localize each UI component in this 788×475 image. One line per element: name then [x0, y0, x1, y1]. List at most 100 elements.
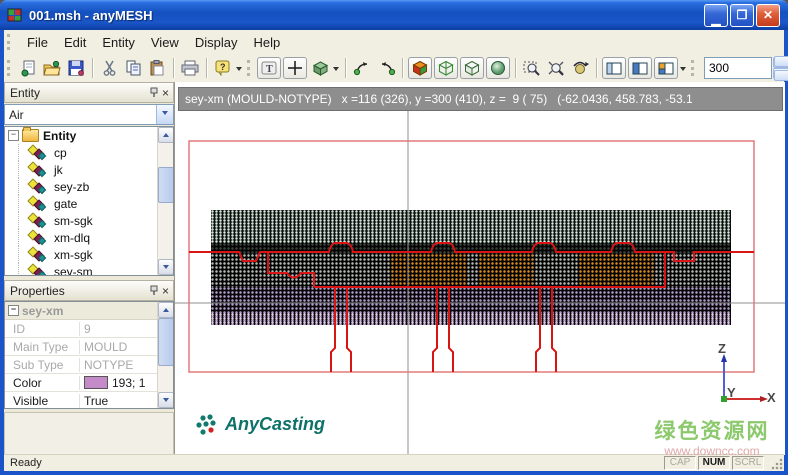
- zoom-value-input[interactable]: [704, 57, 772, 79]
- close-button[interactable]: ✕: [756, 4, 780, 27]
- paste-button[interactable]: [145, 57, 169, 79]
- pin-icon[interactable]: [149, 285, 159, 296]
- single-pane-button[interactable]: [602, 57, 626, 79]
- viewport-3d[interactable]: Z X Y sey-xm (MOULD-NOTYPE) x =116 (326)…: [174, 82, 785, 455]
- folder-icon: [22, 129, 39, 142]
- scroll-thumb[interactable]: [158, 318, 174, 366]
- menu-file[interactable]: File: [19, 32, 56, 53]
- property-value: NOTYPE: [80, 358, 158, 372]
- toolbar-separator: [515, 58, 516, 78]
- maximize-button[interactable]: ❒: [730, 4, 754, 27]
- split-pane-icon: [632, 62, 648, 75]
- solid-cube-icon: [412, 60, 428, 76]
- help-dropdown-caret[interactable]: [236, 67, 242, 74]
- iso-view-icon: [312, 60, 329, 77]
- zoom-extents-button[interactable]: [544, 57, 568, 79]
- property-row[interactable]: Sub Type NOTYPE: [5, 356, 158, 374]
- tree-item[interactable]: xm-sgk: [5, 246, 158, 263]
- text-select-button[interactable]: T: [257, 57, 281, 79]
- save-icon: [68, 60, 84, 76]
- resize-grip[interactable]: [770, 457, 783, 470]
- toolbar-grip[interactable]: [7, 60, 10, 76]
- rotate-ccw-button[interactable]: [350, 57, 374, 79]
- rotate-cw-button[interactable]: [374, 57, 398, 79]
- svg-text:?: ?: [220, 62, 226, 72]
- tree-item[interactable]: jk: [5, 161, 158, 178]
- open-icon: [43, 60, 61, 77]
- property-row[interactable]: ID 9: [5, 320, 158, 338]
- menu-view[interactable]: View: [143, 32, 187, 53]
- cut-button[interactable]: [97, 57, 121, 79]
- single-pane-icon: [606, 62, 622, 75]
- property-label: Sub Type: [5, 358, 80, 372]
- status-ready-text: Ready: [4, 457, 664, 469]
- num-indicator: NUM: [698, 456, 730, 470]
- tree-item[interactable]: cp: [5, 144, 158, 161]
- scroll-down-icon[interactable]: [158, 259, 174, 275]
- left-dock: Entity × Air − Entity cp: [4, 82, 174, 455]
- toolbar-grip[interactable]: [247, 60, 250, 76]
- split-pane-alt-button[interactable]: [654, 57, 678, 79]
- property-row-visible[interactable]: Visible True: [5, 392, 158, 409]
- menu-display[interactable]: Display: [187, 32, 246, 53]
- iso-view-dropdown-caret[interactable]: [333, 67, 339, 74]
- menu-help[interactable]: Help: [245, 32, 288, 53]
- open-button[interactable]: [40, 57, 64, 79]
- tree-root[interactable]: − Entity: [5, 127, 158, 144]
- cut-icon: [102, 60, 117, 76]
- spin-down-button[interactable]: [773, 68, 788, 79]
- tree-item[interactable]: xm-dlq: [5, 229, 158, 246]
- save-button[interactable]: [64, 57, 88, 79]
- properties-panel-close-icon[interactable]: ×: [162, 285, 169, 297]
- watermark-title: 绿色资源网: [641, 420, 783, 444]
- hiddenline-cube-button[interactable]: [460, 57, 484, 79]
- tree-scrollbar[interactable]: [157, 127, 173, 275]
- entity-filter-value: Air: [9, 108, 24, 122]
- coordinate-info-text: sey-xm (MOULD-NOTYPE) x =116 (326), y =3…: [185, 92, 693, 106]
- zoom-window-icon: [523, 60, 541, 76]
- color-swatch[interactable]: [84, 376, 108, 389]
- entity-panel-close-icon[interactable]: ×: [162, 87, 169, 99]
- property-group-row[interactable]: − sey-xm: [5, 302, 158, 320]
- tree-item[interactable]: sm-sgk: [5, 212, 158, 229]
- scroll-thumb[interactable]: [158, 167, 174, 203]
- combo-dropdown-button[interactable]: [156, 105, 173, 124]
- collapse-icon[interactable]: −: [8, 305, 19, 316]
- toolbar-separator: [173, 58, 174, 78]
- property-value: 9: [80, 322, 158, 336]
- new-button[interactable]: [16, 57, 40, 79]
- new-icon: [20, 60, 37, 77]
- scroll-down-icon[interactable]: [158, 392, 174, 408]
- wireframe-cube-button[interactable]: [434, 57, 458, 79]
- properties-scrollbar[interactable]: [157, 302, 173, 408]
- split-pane-button[interactable]: [628, 57, 652, 79]
- menu-edit[interactable]: Edit: [56, 32, 94, 53]
- scroll-up-icon[interactable]: [158, 302, 174, 318]
- solid-cube-button[interactable]: [408, 57, 432, 79]
- print-button[interactable]: [178, 57, 202, 79]
- tree-item[interactable]: sey-zb: [5, 178, 158, 195]
- zoom-window-button[interactable]: [520, 57, 544, 79]
- toolbar-grip[interactable]: [691, 60, 694, 76]
- scroll-up-icon[interactable]: [158, 127, 174, 143]
- spin-up-button[interactable]: [773, 57, 788, 68]
- geometry-overlay: [175, 82, 785, 455]
- crosshair-button[interactable]: [283, 57, 307, 79]
- help-button[interactable]: ?: [211, 57, 235, 79]
- property-row[interactable]: Main Type MOULD: [5, 338, 158, 356]
- property-row-color[interactable]: Color 193; 1: [5, 374, 158, 392]
- menu-entity[interactable]: Entity: [94, 32, 143, 53]
- entity-filter-combobox[interactable]: Air: [4, 104, 174, 125]
- tree-item[interactable]: gate: [5, 195, 158, 212]
- iso-view-button[interactable]: [308, 57, 332, 79]
- menubar-grip[interactable]: [7, 34, 13, 50]
- minimize-button[interactable]: ▁: [704, 4, 728, 27]
- orbit-button[interactable]: [568, 57, 592, 79]
- pane-dropdown-caret[interactable]: [680, 67, 686, 74]
- shaded-sphere-button[interactable]: [486, 57, 510, 79]
- tree-item[interactable]: sey-sm: [5, 263, 158, 276]
- properties-panel-title: Properties: [10, 284, 65, 298]
- collapse-icon[interactable]: −: [8, 130, 19, 141]
- pin-icon[interactable]: [149, 87, 159, 98]
- copy-button[interactable]: [121, 57, 145, 79]
